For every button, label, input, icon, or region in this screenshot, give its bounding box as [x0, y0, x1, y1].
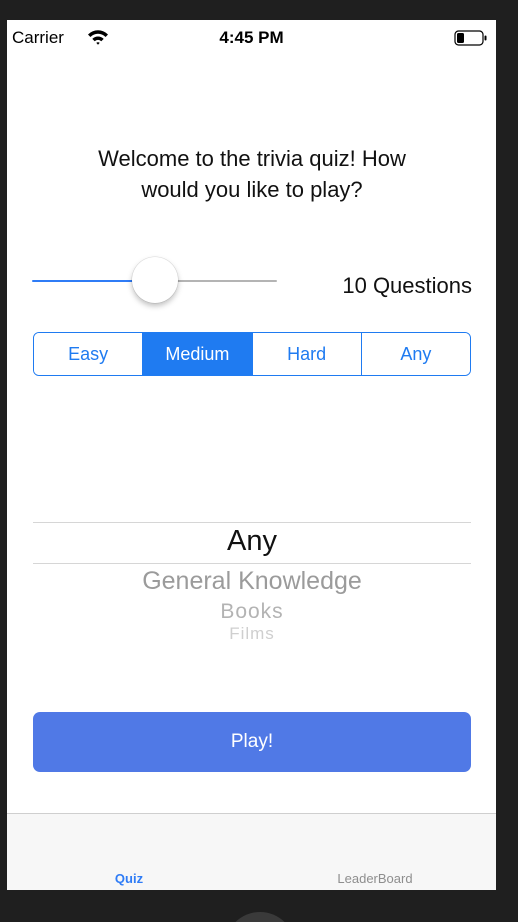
status-bar: Carrier 4:45 PM — [7, 20, 496, 54]
category-picker[interactable]: Any General Knowledge Books Films — [33, 520, 471, 650]
tab-leaderboard[interactable]: LeaderBoard — [295, 871, 455, 886]
question-count-label: 10 Questions — [342, 273, 472, 298]
picker-item-selected[interactable]: Any — [33, 525, 471, 558]
tab-quiz[interactable]: Quiz — [49, 871, 209, 886]
segment-easy[interactable]: Easy — [34, 333, 144, 375]
app-screen: Carrier 4:45 PM Welcome to the trivia qu… — [7, 20, 496, 890]
picker-item[interactable]: General Knowledge — [33, 567, 471, 596]
segment-any[interactable]: Any — [361, 333, 470, 375]
tab-bar: Quiz LeaderBoard — [7, 813, 496, 890]
slider-track-filled — [32, 280, 134, 282]
slider-track-empty — [175, 280, 277, 282]
segment-medium[interactable]: Medium — [143, 333, 253, 375]
clock-label: 4:45 PM — [219, 28, 284, 47]
difficulty-segmented-control: Easy Medium Hard Any — [33, 332, 471, 376]
device-frame: Carrier 4:45 PM Welcome to the trivia qu… — [0, 0, 518, 922]
segment-hard[interactable]: Hard — [252, 333, 362, 375]
slider-thumb[interactable] — [131, 257, 178, 303]
battery-icon — [454, 30, 488, 46]
welcome-heading: Welcome to the trivia quiz! How would yo… — [37, 143, 467, 205]
question-count-slider[interactable] — [32, 255, 277, 307]
picker-item[interactable]: Films — [33, 624, 471, 642]
welcome-line-2: would you like to play? — [141, 177, 363, 202]
home-button[interactable] — [225, 912, 295, 922]
picker-selection-bottom-line — [33, 563, 471, 564]
welcome-line-1: Welcome to the trivia quiz! How — [98, 146, 406, 171]
play-button[interactable]: Play! — [33, 712, 471, 772]
picker-selection-top-line — [33, 522, 471, 523]
picker-item[interactable]: Books — [33, 600, 471, 624]
